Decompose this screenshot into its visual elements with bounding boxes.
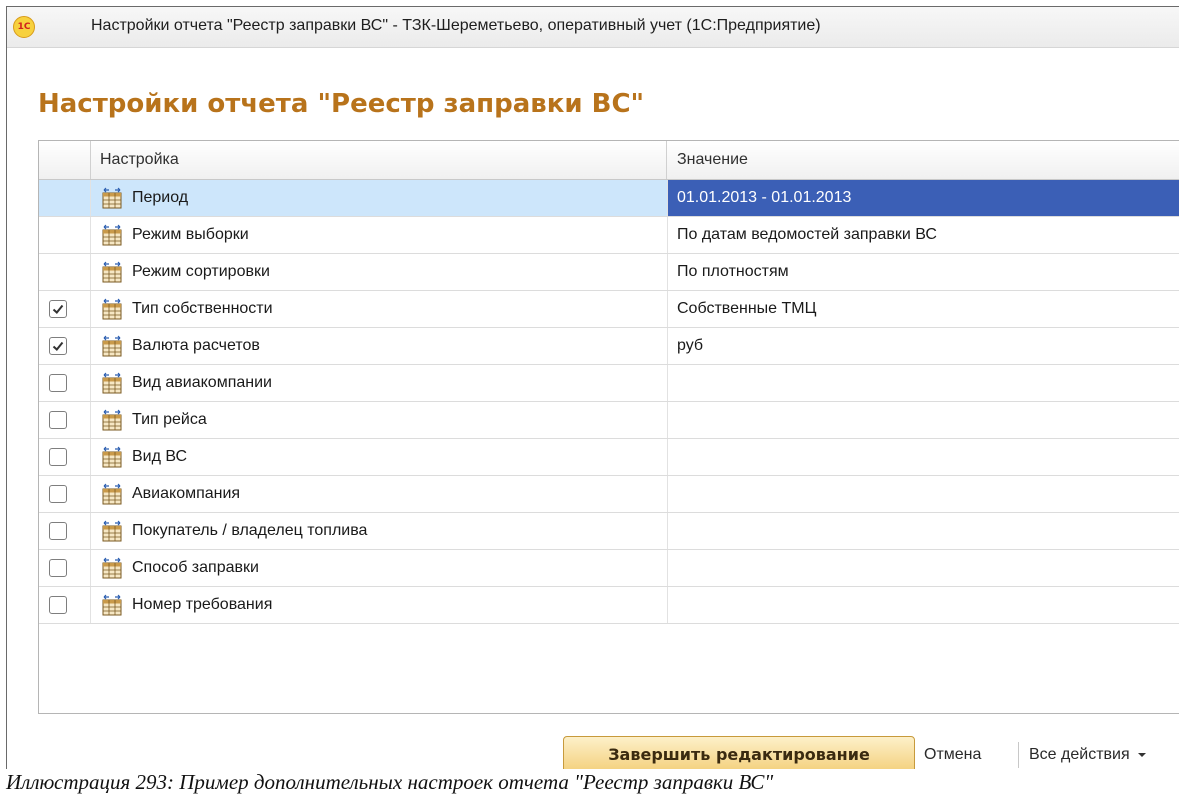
parameter-icon bbox=[101, 224, 123, 246]
toolbar-divider bbox=[1018, 742, 1019, 768]
setting-cell[interactable]: Тип собственности bbox=[91, 291, 668, 327]
setting-cell[interactable]: Вид ВС bbox=[91, 439, 668, 475]
setting-name: Номер требования bbox=[132, 596, 273, 613]
use-checkbox[interactable] bbox=[49, 411, 67, 429]
parameter-icon bbox=[101, 335, 123, 357]
window-title: Настройки отчета "Реестр заправки ВС" - … bbox=[91, 17, 821, 34]
setting-cell[interactable]: Авиакомпания bbox=[91, 476, 668, 512]
window-titlebar: 1C Настройки отчета "Реестр заправки ВС"… bbox=[7, 7, 1179, 48]
parameter-icon bbox=[101, 372, 123, 394]
table-row[interactable]: Покупатель / владелец топлива bbox=[39, 513, 1179, 550]
setting-value[interactable] bbox=[668, 439, 1179, 475]
use-checkbox[interactable] bbox=[49, 522, 67, 540]
setting-name: Покупатель / владелец топлива bbox=[132, 522, 368, 539]
parameter-icon bbox=[101, 187, 123, 209]
parameter-icon bbox=[101, 261, 123, 283]
dropdown-arrow-icon bbox=[1138, 752, 1147, 757]
setting-cell[interactable]: Режим сортировки bbox=[91, 254, 668, 290]
use-cell bbox=[39, 402, 91, 438]
setting-value[interactable] bbox=[668, 365, 1179, 401]
setting-name: Вид ВС bbox=[132, 448, 188, 465]
use-cell bbox=[39, 365, 91, 401]
use-cell bbox=[39, 217, 91, 253]
table-row[interactable]: Тип рейса bbox=[39, 402, 1179, 439]
use-cell bbox=[39, 328, 91, 364]
use-cell bbox=[39, 291, 91, 327]
setting-value[interactable] bbox=[668, 513, 1179, 549]
form-heading: Настройки отчета "Реестр заправки ВС" bbox=[38, 89, 645, 119]
table-row[interactable]: Номер требования bbox=[39, 587, 1179, 624]
all-actions-label: Все действия bbox=[1029, 746, 1130, 763]
setting-cell[interactable]: Номер требования bbox=[91, 587, 668, 623]
report-settings-window: 1C Настройки отчета "Реестр заправки ВС"… bbox=[6, 6, 1179, 769]
column-header-setting[interactable]: Настройка bbox=[91, 141, 667, 179]
use-checkbox[interactable] bbox=[49, 374, 67, 392]
setting-cell[interactable]: Покупатель / владелец топлива bbox=[91, 513, 668, 549]
setting-value[interactable] bbox=[668, 476, 1179, 512]
use-cell bbox=[39, 550, 91, 586]
setting-cell[interactable]: Тип рейса bbox=[91, 402, 668, 438]
parameter-icon bbox=[101, 557, 123, 579]
setting-name: Авиакомпания bbox=[132, 485, 241, 502]
use-checkbox[interactable] bbox=[49, 485, 67, 503]
column-header-value[interactable]: Значение bbox=[668, 141, 1179, 179]
setting-value[interactable] bbox=[668, 587, 1179, 623]
setting-cell[interactable]: Режим выборки bbox=[91, 217, 668, 253]
setting-value[interactable] bbox=[668, 402, 1179, 438]
setting-value[interactable]: По датам ведомостей заправки ВС bbox=[668, 217, 1179, 253]
parameter-icon bbox=[101, 520, 123, 542]
setting-name: Тип собственности bbox=[132, 300, 273, 317]
table-row[interactable]: Способ заправки bbox=[39, 550, 1179, 587]
use-checkbox[interactable] bbox=[49, 596, 67, 614]
setting-cell[interactable]: Способ заправки bbox=[91, 550, 668, 586]
use-cell bbox=[39, 587, 91, 623]
table-row[interactable]: Валюта расчетов руб bbox=[39, 328, 1179, 365]
parameter-icon bbox=[101, 483, 123, 505]
setting-value[interactable]: Собственные ТМЦ bbox=[668, 291, 1179, 327]
table-row[interactable]: Вид ВС bbox=[39, 439, 1179, 476]
app-logo-icon: 1C bbox=[13, 16, 35, 38]
settings-table: Настройка Значение Период 01.01.2013 - 01… bbox=[38, 140, 1179, 714]
form-footer: Завершить редактирование Отмена Все дейс… bbox=[7, 713, 1179, 769]
all-actions-button[interactable]: Все действия bbox=[1029, 746, 1147, 764]
parameter-icon bbox=[101, 594, 123, 616]
table-row[interactable]: Вид авиакомпании bbox=[39, 365, 1179, 402]
setting-name: Период bbox=[132, 189, 189, 206]
use-checkbox[interactable] bbox=[49, 337, 67, 355]
setting-name: Тип рейса bbox=[132, 411, 207, 428]
figure-caption: Иллюстрация 293: Пример дополнительных н… bbox=[6, 770, 774, 794]
setting-cell[interactable]: Период bbox=[91, 180, 668, 216]
use-cell bbox=[39, 254, 91, 290]
setting-cell[interactable]: Вид авиакомпании bbox=[91, 365, 668, 401]
column-header-use[interactable] bbox=[39, 141, 91, 179]
setting-value[interactable]: 01.01.2013 - 01.01.2013 bbox=[668, 180, 1179, 216]
use-cell bbox=[39, 180, 91, 216]
table-row[interactable]: Авиакомпания bbox=[39, 476, 1179, 513]
finish-editing-button[interactable]: Завершить редактирование bbox=[563, 736, 915, 769]
use-cell bbox=[39, 439, 91, 475]
setting-name: Валюта расчетов bbox=[132, 337, 260, 354]
table-row[interactable]: Режим выборки По датам ведомостей заправк… bbox=[39, 217, 1179, 254]
setting-cell[interactable]: Валюта расчетов bbox=[91, 328, 668, 364]
setting-name: Режим выборки bbox=[132, 226, 249, 243]
parameter-icon bbox=[101, 409, 123, 431]
setting-value[interactable]: По плотностям bbox=[668, 254, 1179, 290]
parameter-icon bbox=[101, 298, 123, 320]
table-row[interactable]: Период 01.01.2013 - 01.01.2013 bbox=[39, 180, 1179, 217]
setting-name: Вид авиакомпании bbox=[132, 374, 272, 391]
table-header: Настройка Значение bbox=[39, 141, 1179, 180]
use-cell bbox=[39, 513, 91, 549]
table-row[interactable]: Тип собственности Собственные ТМЦ bbox=[39, 291, 1179, 328]
use-cell bbox=[39, 476, 91, 512]
use-checkbox[interactable] bbox=[49, 559, 67, 577]
parameter-icon bbox=[101, 446, 123, 468]
table-row[interactable]: Режим сортировки По плотностям bbox=[39, 254, 1179, 291]
use-checkbox[interactable] bbox=[49, 448, 67, 466]
cancel-button[interactable]: Отмена bbox=[924, 746, 981, 764]
setting-value[interactable] bbox=[668, 550, 1179, 586]
use-checkbox[interactable] bbox=[49, 300, 67, 318]
setting-name: Режим сортировки bbox=[132, 263, 270, 280]
setting-value[interactable]: руб bbox=[668, 328, 1179, 364]
setting-name: Способ заправки bbox=[132, 559, 259, 576]
